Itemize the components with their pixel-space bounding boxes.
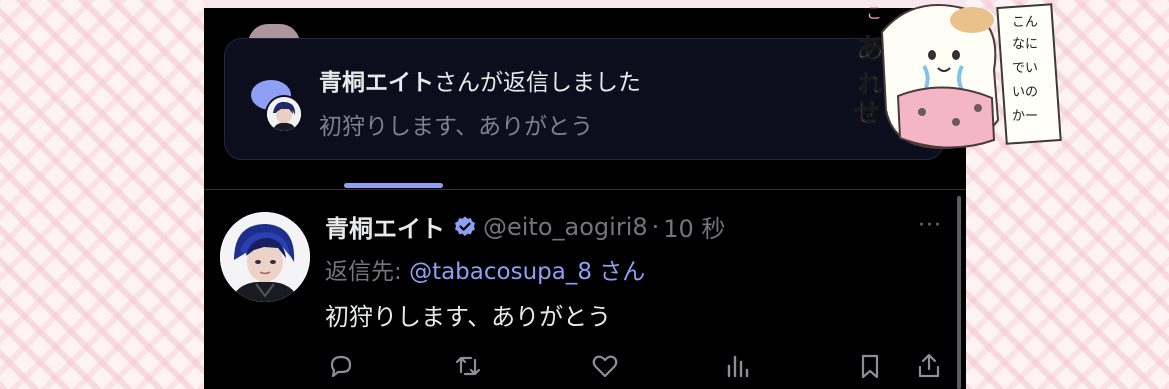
svg-text:なに: なに: [1012, 37, 1038, 52]
tweet-author-handle[interactable]: @eito_aogiri8: [483, 213, 648, 241]
notification-name: 青桐エイト: [319, 70, 434, 96]
svg-text:こ: こ: [866, 3, 882, 22]
reply-to-line: 返信先: @tabacosupa_8 さん: [325, 252, 645, 286]
svg-text:あ: あ: [856, 32, 884, 65]
share-icon[interactable]: [914, 351, 944, 381]
separator-dot: ·: [651, 212, 660, 241]
like-icon[interactable]: [590, 351, 620, 381]
svg-text:こん: こん: [1012, 15, 1038, 30]
reply-to-handle-link[interactable]: @tabacosupa_8 さん: [409, 259, 645, 285]
reply-to-label: 返信先:: [325, 259, 410, 285]
notification-body: 初狩りします、ありがとう: [319, 114, 594, 140]
tab-indicator: [344, 183, 443, 188]
svg-text:かー: かー: [1012, 109, 1038, 124]
tweet-timestamp[interactable]: 10 秒: [663, 209, 725, 244]
svg-text:でい: でい: [1012, 61, 1038, 76]
reply-notification-banner[interactable]: 青桐エイトさんが返信しました 初狩りします、ありがとう: [224, 38, 944, 160]
svg-text:せ: せ: [854, 99, 880, 129]
scrollbar[interactable]: [957, 196, 961, 389]
retweet-icon[interactable]: [453, 351, 483, 381]
verified-badge-icon: [453, 215, 477, 239]
divider: [204, 189, 966, 190]
analytics-icon[interactable]: [722, 351, 752, 381]
reply-icon[interactable]: [326, 351, 356, 381]
svg-text:れ: れ: [858, 70, 882, 98]
notification-avatar: [267, 97, 301, 131]
notification-title: 青桐エイトさんが返信しました: [319, 63, 641, 97]
decorative-sticker: あ れ せ こ こん なに でい いの かー: [852, 0, 1070, 160]
tweet-author-name[interactable]: 青桐エイト: [325, 209, 445, 244]
tweet-text: 初狩りします、ありがとう: [325, 303, 612, 331]
bookmark-icon[interactable]: [855, 351, 885, 381]
tweet-avatar[interactable]: [220, 212, 310, 302]
notification-title-suffix: さんが返信しました: [434, 70, 641, 96]
svg-text:いの: いの: [1012, 85, 1038, 100]
tweet-header: 青桐エイト @eito_aogiri8 · 10 秒: [325, 209, 725, 244]
more-options-icon[interactable]: ···: [918, 213, 942, 238]
